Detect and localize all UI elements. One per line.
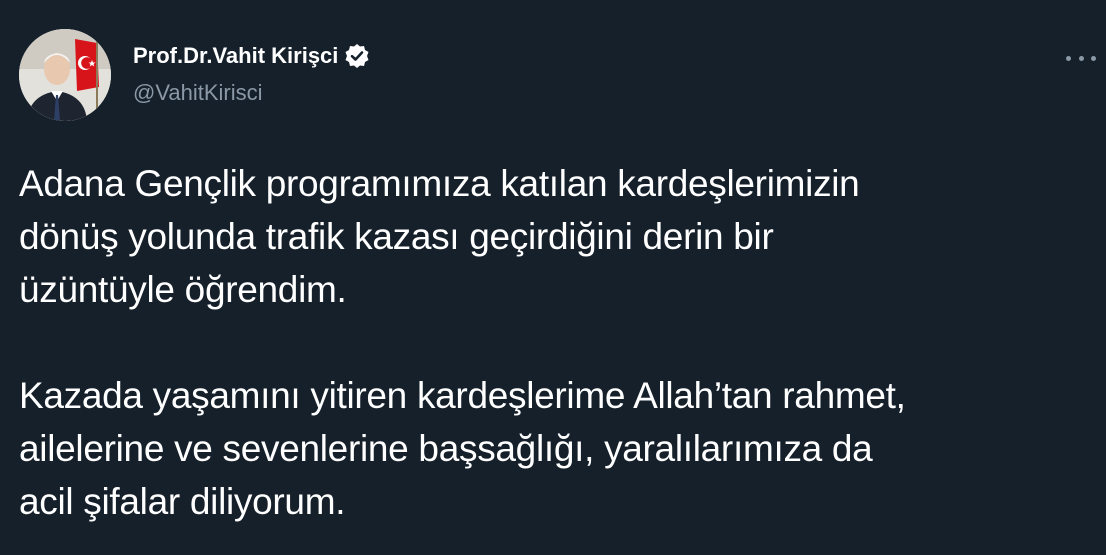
profile-photo-icon: [19, 29, 111, 121]
tweet-line: acil şifalar diliyorum.: [19, 481, 346, 522]
author-display-name[interactable]: Prof.Dr.Vahit Kirişci: [133, 43, 338, 69]
verified-badge-icon: [344, 43, 370, 69]
tweet-line: Adana Gençlik programımıza katılan karde…: [19, 163, 860, 204]
tweet-card: Prof.Dr.Vahit Kirişci @VahitKirisci Adan…: [0, 0, 1106, 555]
tweet-paragraph: Adana Gençlik programımıza katılan karde…: [19, 157, 1094, 316]
tweet-text: Adana Gençlik programımıza katılan karde…: [19, 157, 1094, 528]
tweet-paragraph: Kazada yaşamını yitiren kardeşlerime All…: [19, 369, 1094, 528]
author-avatar[interactable]: [19, 29, 111, 121]
author-name-row: Prof.Dr.Vahit Kirişci: [133, 41, 370, 71]
tweet-line: Kazada yaşamını yitiren kardeşlerime All…: [19, 375, 906, 416]
tweet-line: dönüş yolunda trafik kazası geçirdiğini …: [19, 216, 774, 257]
author-handle[interactable]: @VahitKirisci: [133, 80, 263, 106]
more-options-icon[interactable]: [1066, 52, 1096, 64]
tweet-line: üzüntüyle öğrendim.: [19, 269, 347, 310]
tweet-line: ailelerine ve sevenlerine başsağlığı, ya…: [19, 428, 873, 469]
